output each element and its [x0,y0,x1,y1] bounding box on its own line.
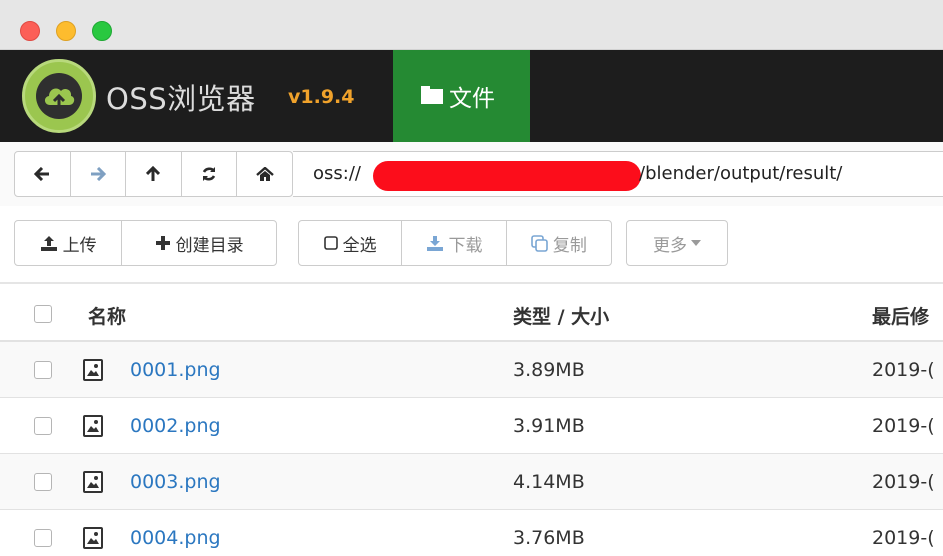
select-all-checkbox[interactable] [34,305,52,323]
file-name-link[interactable]: 0004.png [130,527,221,549]
navigation-bar: oss:// /blender/output/result/ [0,142,943,206]
app-brand: OSS浏览器 [106,82,256,116]
window-minimize-button[interactable] [56,21,76,41]
row-checkbox[interactable] [34,529,52,547]
window-titlebar [0,0,943,50]
plus-icon [155,236,170,250]
file-name-link[interactable]: 0001.png [130,359,221,381]
app-header: OSS浏览器 v1.9.4 文件 [0,50,943,142]
file-name-link[interactable]: 0002.png [130,415,221,437]
select-all-label: 全选 [342,235,377,256]
file-modified: 2019-( [872,527,935,549]
row-checkbox[interactable] [34,417,52,435]
selection-button-group: 全选 下载 复制 [298,220,612,266]
copy-label: 复制 [552,235,587,256]
table-row[interactable]: 0002.png 3.91MB 2019-( [0,398,943,454]
download-icon [426,236,443,251]
file-name-link[interactable]: 0003.png [130,471,221,493]
upload-icon [40,236,57,251]
arrow-up-icon [146,166,161,181]
row-checkbox[interactable] [34,473,52,491]
path-prefix: oss:// [313,163,361,184]
upload-label: 上传 [62,235,97,256]
up-button[interactable] [126,152,182,196]
file-size: 3.89MB [513,359,585,381]
refresh-button[interactable] [182,152,238,196]
more-dropdown-button[interactable]: 更多 [626,220,728,266]
arrow-right-icon [90,167,106,181]
folder-icon [421,86,443,104]
tab-files-label: 文件 [449,86,495,112]
column-header-name[interactable]: 名称 [88,302,126,329]
upload-button[interactable]: 上传 [15,221,123,265]
refresh-icon [202,167,216,181]
create-directory-label: 创建目录 [175,235,244,256]
file-table-header: 名称 类型 / 大小 最后修 [0,286,943,342]
back-button[interactable] [15,152,71,196]
home-icon [255,166,274,181]
column-header-modified[interactable]: 最后修 [872,302,943,329]
download-button[interactable]: 下载 [402,221,507,265]
file-modified: 2019-( [872,471,935,493]
nav-button-group [14,151,293,197]
image-file-icon [83,359,103,381]
app-logo-icon [22,59,96,133]
redacted-bucket-name [373,161,641,191]
column-header-type-size[interactable]: 类型 / 大小 [513,302,609,329]
window-maximize-button[interactable] [92,21,112,41]
tab-files[interactable]: 文件 [393,50,530,142]
table-row[interactable]: 0003.png 4.14MB 2019-( [0,454,943,510]
select-all-button[interactable]: 全选 [299,221,403,265]
file-size: 4.14MB [513,471,585,493]
create-button-group: 上传 创建目录 [14,220,277,266]
forward-button[interactable] [71,152,127,196]
path-input[interactable]: oss:// /blender/output/result/ [293,151,943,197]
file-modified: 2019-( [872,415,935,437]
checkbox-icon [323,236,338,250]
window-close-button[interactable] [20,21,40,41]
copy-button[interactable]: 复制 [507,221,611,265]
table-row[interactable]: 0001.png 3.89MB 2019-( [0,342,943,398]
home-button[interactable] [237,152,292,196]
app-version: v1.9.4 [288,86,355,108]
more-label: 更多 [653,235,687,256]
path-suffix: /blender/output/result/ [639,163,843,184]
copy-icon [531,234,548,252]
arrow-left-icon [34,167,50,181]
image-file-icon [83,471,103,493]
file-modified: 2019-( [872,359,935,381]
create-directory-button[interactable]: 创建目录 [122,221,276,265]
row-checkbox[interactable] [34,361,52,379]
action-toolbar: 上传 创建目录 全选 下载 复制 更多 [0,206,943,284]
image-file-icon [83,415,103,437]
caret-down-icon [691,240,701,246]
download-label: 下载 [448,235,483,256]
file-size: 3.91MB [513,415,585,437]
table-row[interactable]: 0004.png 3.76MB 2019-( [0,510,943,556]
image-file-icon [83,527,103,549]
file-size: 3.76MB [513,527,585,549]
